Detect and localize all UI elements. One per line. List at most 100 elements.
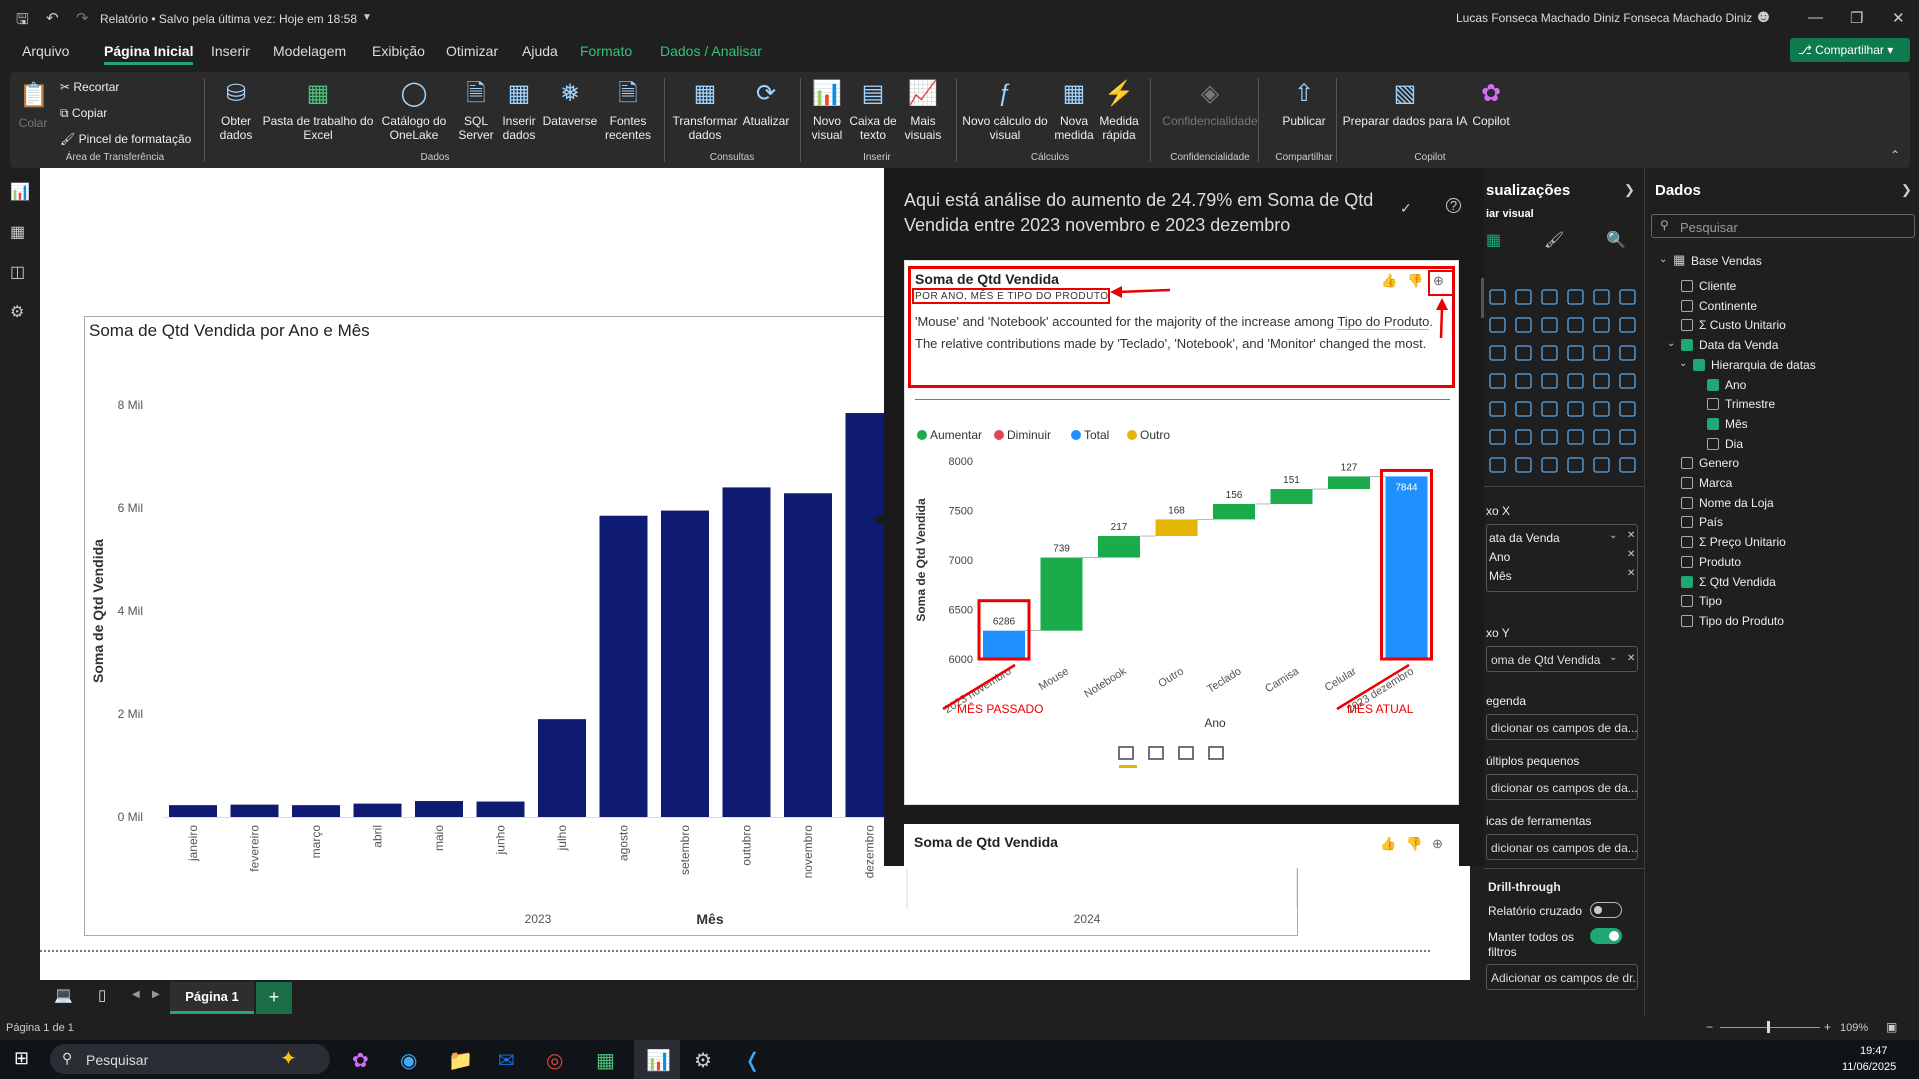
chevron-down-icon[interactable]: ▼ (362, 12, 372, 23)
zoom-slider-handle[interactable] (1767, 1021, 1770, 1033)
chrome-icon[interactable]: ◎ (546, 1048, 563, 1073)
quick-measure-button[interactable]: ⚡ Medida rápida (1096, 78, 1142, 142)
tooltips-well[interactable]: dicionar os campos de da... (1486, 834, 1638, 860)
model-view-icon[interactable]: ◫ (10, 262, 25, 282)
keep-filters-toggle[interactable] (1590, 928, 1622, 944)
field-checkbox[interactable] (1681, 477, 1693, 489)
table-view-icon[interactable]: ▦ (10, 222, 25, 242)
field-item[interactable]: Ano (1725, 378, 1746, 392)
remove-icon[interactable]: ✕ (1627, 568, 1635, 579)
next-page-icon[interactable]: ▶ (152, 989, 160, 1000)
recent-sources-button[interactable]: 🗎 Fontes recentes (600, 78, 656, 142)
field-item[interactable]: Dia (1725, 437, 1743, 451)
excel-icon[interactable]: ▦ (596, 1048, 615, 1073)
transform-data-button[interactable]: ▦ Transformar dados (672, 78, 738, 142)
field-checkbox[interactable] (1681, 536, 1693, 549)
cross-report-toggle[interactable] (1590, 902, 1622, 918)
text-box-button[interactable]: ▤ Caixa de texto (848, 78, 898, 142)
copilot-button[interactable]: ✿ Copilot (1466, 78, 1516, 128)
dataverse-button[interactable]: ❅ Dataverse (542, 78, 598, 128)
publish-button[interactable]: ⇧ Publicar (1264, 78, 1344, 128)
field-checkbox[interactable] (1681, 614, 1693, 627)
field-checkbox[interactable] (1681, 299, 1693, 312)
remove-icon[interactable]: ✕ (1627, 549, 1635, 560)
well-field[interactable]: Mês (1489, 569, 1512, 583)
field-item[interactable]: Σ Custo Unitario (1699, 318, 1786, 332)
help-icon[interactable]: ? (1446, 198, 1461, 213)
search-input[interactable]: ⚲ Pesquisar (1651, 214, 1915, 238)
outlook-icon[interactable]: ✉ (498, 1048, 515, 1073)
field-checkbox[interactable] (1693, 358, 1705, 371)
edge-icon[interactable]: ◉ (400, 1048, 417, 1073)
zoom-out-icon[interactable]: − (1706, 1020, 1713, 1034)
add-page-button[interactable]: + (256, 982, 292, 1014)
new-visual-button[interactable]: 📊 Novo visual (806, 78, 848, 142)
expand-icon[interactable]: ❯ (1901, 182, 1912, 198)
redo-icon[interactable]: ↷ (76, 9, 89, 27)
field-item[interactable]: Tipo (1699, 594, 1722, 608)
new-measure-button[interactable]: ▦ Nova medida (1054, 78, 1094, 142)
visual-calc-button[interactable]: ƒ Novo cálculo do visual (960, 78, 1050, 142)
dax-view-icon[interactable]: ⚙ (10, 302, 24, 322)
close-icon[interactable]: ✕ (1892, 9, 1905, 27)
fit-page-icon[interactable]: ▣ (1886, 1020, 1897, 1034)
tab-pagina-inicial[interactable]: Página Inicial (104, 43, 194, 65)
field-item[interactable]: Σ Preço Unitario (1699, 535, 1786, 549)
page-tab[interactable]: Página 1 (170, 982, 254, 1014)
desktop-layout-icon[interactable]: 💻 (54, 986, 73, 1004)
check-icon[interactable]: ✓ (1400, 200, 1412, 217)
avatar[interactable]: ☻ (1754, 6, 1773, 27)
save-icon[interactable]: 🖫 (16, 9, 29, 34)
share-button[interactable]: ⎇ Compartilhar ▾ (1790, 38, 1910, 62)
excel-button[interactable]: ▦ Pasta de trabalho do Excel (262, 78, 374, 142)
field-checkbox[interactable] (1707, 378, 1719, 391)
format-painter-button[interactable]: 🖌 Pincel de formatação (60, 132, 191, 146)
thumbs-up-icon[interactable]: 👍 (1380, 836, 1396, 852)
field-checkbox[interactable] (1681, 319, 1693, 332)
tab-arquivo[interactable]: Arquivo (22, 43, 69, 59)
tab-dados-analisar[interactable]: Dados / Analisar (660, 43, 762, 59)
cut-button[interactable]: ✂ Recortar (60, 80, 119, 94)
field-checkbox[interactable] (1681, 575, 1693, 588)
paste-button[interactable]: 📋 Colar (18, 80, 49, 130)
restore-icon[interactable]: ❐ (1850, 9, 1863, 27)
vscode-icon[interactable]: ❬ (744, 1048, 761, 1073)
remove-icon[interactable]: ✕ (1627, 530, 1635, 541)
copilot-icon[interactable]: ✿ (352, 1048, 369, 1073)
waterfall-chart[interactable]: Aumentar Diminuir Total Outro 6000 6500 7000 75… (905, 411, 1458, 831)
field-checkbox[interactable] (1707, 417, 1719, 430)
table-name[interactable]: Base Vendas (1691, 254, 1762, 268)
tab-ajuda[interactable]: Ajuda (522, 43, 558, 59)
well-field[interactable]: Ano (1489, 550, 1510, 564)
field-item[interactable]: Trimestre (1725, 397, 1775, 411)
remove-icon[interactable]: ✕ (1627, 653, 1635, 664)
field-checkbox[interactable] (1681, 496, 1693, 509)
folder-icon[interactable]: 📁 (448, 1048, 473, 1073)
chevron-down-icon[interactable]: ⌄ (1679, 358, 1687, 369)
x-axis-well[interactable]: ata da Venda Ano Mês ⌄ ✕ ✕ ✕ (1486, 524, 1638, 592)
drill-through-well[interactable]: Adicionar os campos de dr... (1486, 964, 1638, 990)
onelake-button[interactable]: ◯ Catálogo do OneLake (376, 78, 452, 142)
format-icon[interactable]: 🖌 (1544, 230, 1564, 250)
field-item[interactable]: Tipo do Produto (1699, 614, 1784, 628)
tab-inserir[interactable]: Inserir (211, 43, 250, 59)
more-visuals-button[interactable]: 📈 Mais visuais (898, 78, 948, 142)
field-checkbox[interactable] (1707, 398, 1719, 411)
prev-page-icon[interactable]: ◀ (132, 989, 140, 1000)
visual-type-grid[interactable] (1484, 280, 1644, 480)
get-data-button[interactable]: ⛁ Obter dados (214, 78, 258, 142)
field-item[interactable]: Produto (1699, 555, 1741, 569)
field-checkbox[interactable] (1681, 555, 1693, 568)
enter-data-button[interactable]: ▦ Inserir dados (498, 78, 540, 142)
field-checkbox[interactable] (1681, 457, 1693, 470)
field-item[interactable]: Hierarquia de datas (1711, 358, 1816, 372)
windows-start-icon[interactable]: ⊞ (14, 1048, 29, 1069)
tab-otimizar[interactable]: Otimizar (446, 43, 498, 59)
copy-button[interactable]: ⧉ Copiar (60, 106, 107, 121)
zoom-in-icon[interactable]: + (1824, 1020, 1831, 1034)
field-checkbox[interactable] (1681, 339, 1693, 352)
expand-icon[interactable]: ❯ (1624, 182, 1635, 198)
analytics-icon[interactable]: 🔍 (1606, 230, 1626, 250)
well-field[interactable]: ata da Venda (1489, 531, 1560, 545)
tab-exibicao[interactable]: Exibição (372, 43, 425, 59)
